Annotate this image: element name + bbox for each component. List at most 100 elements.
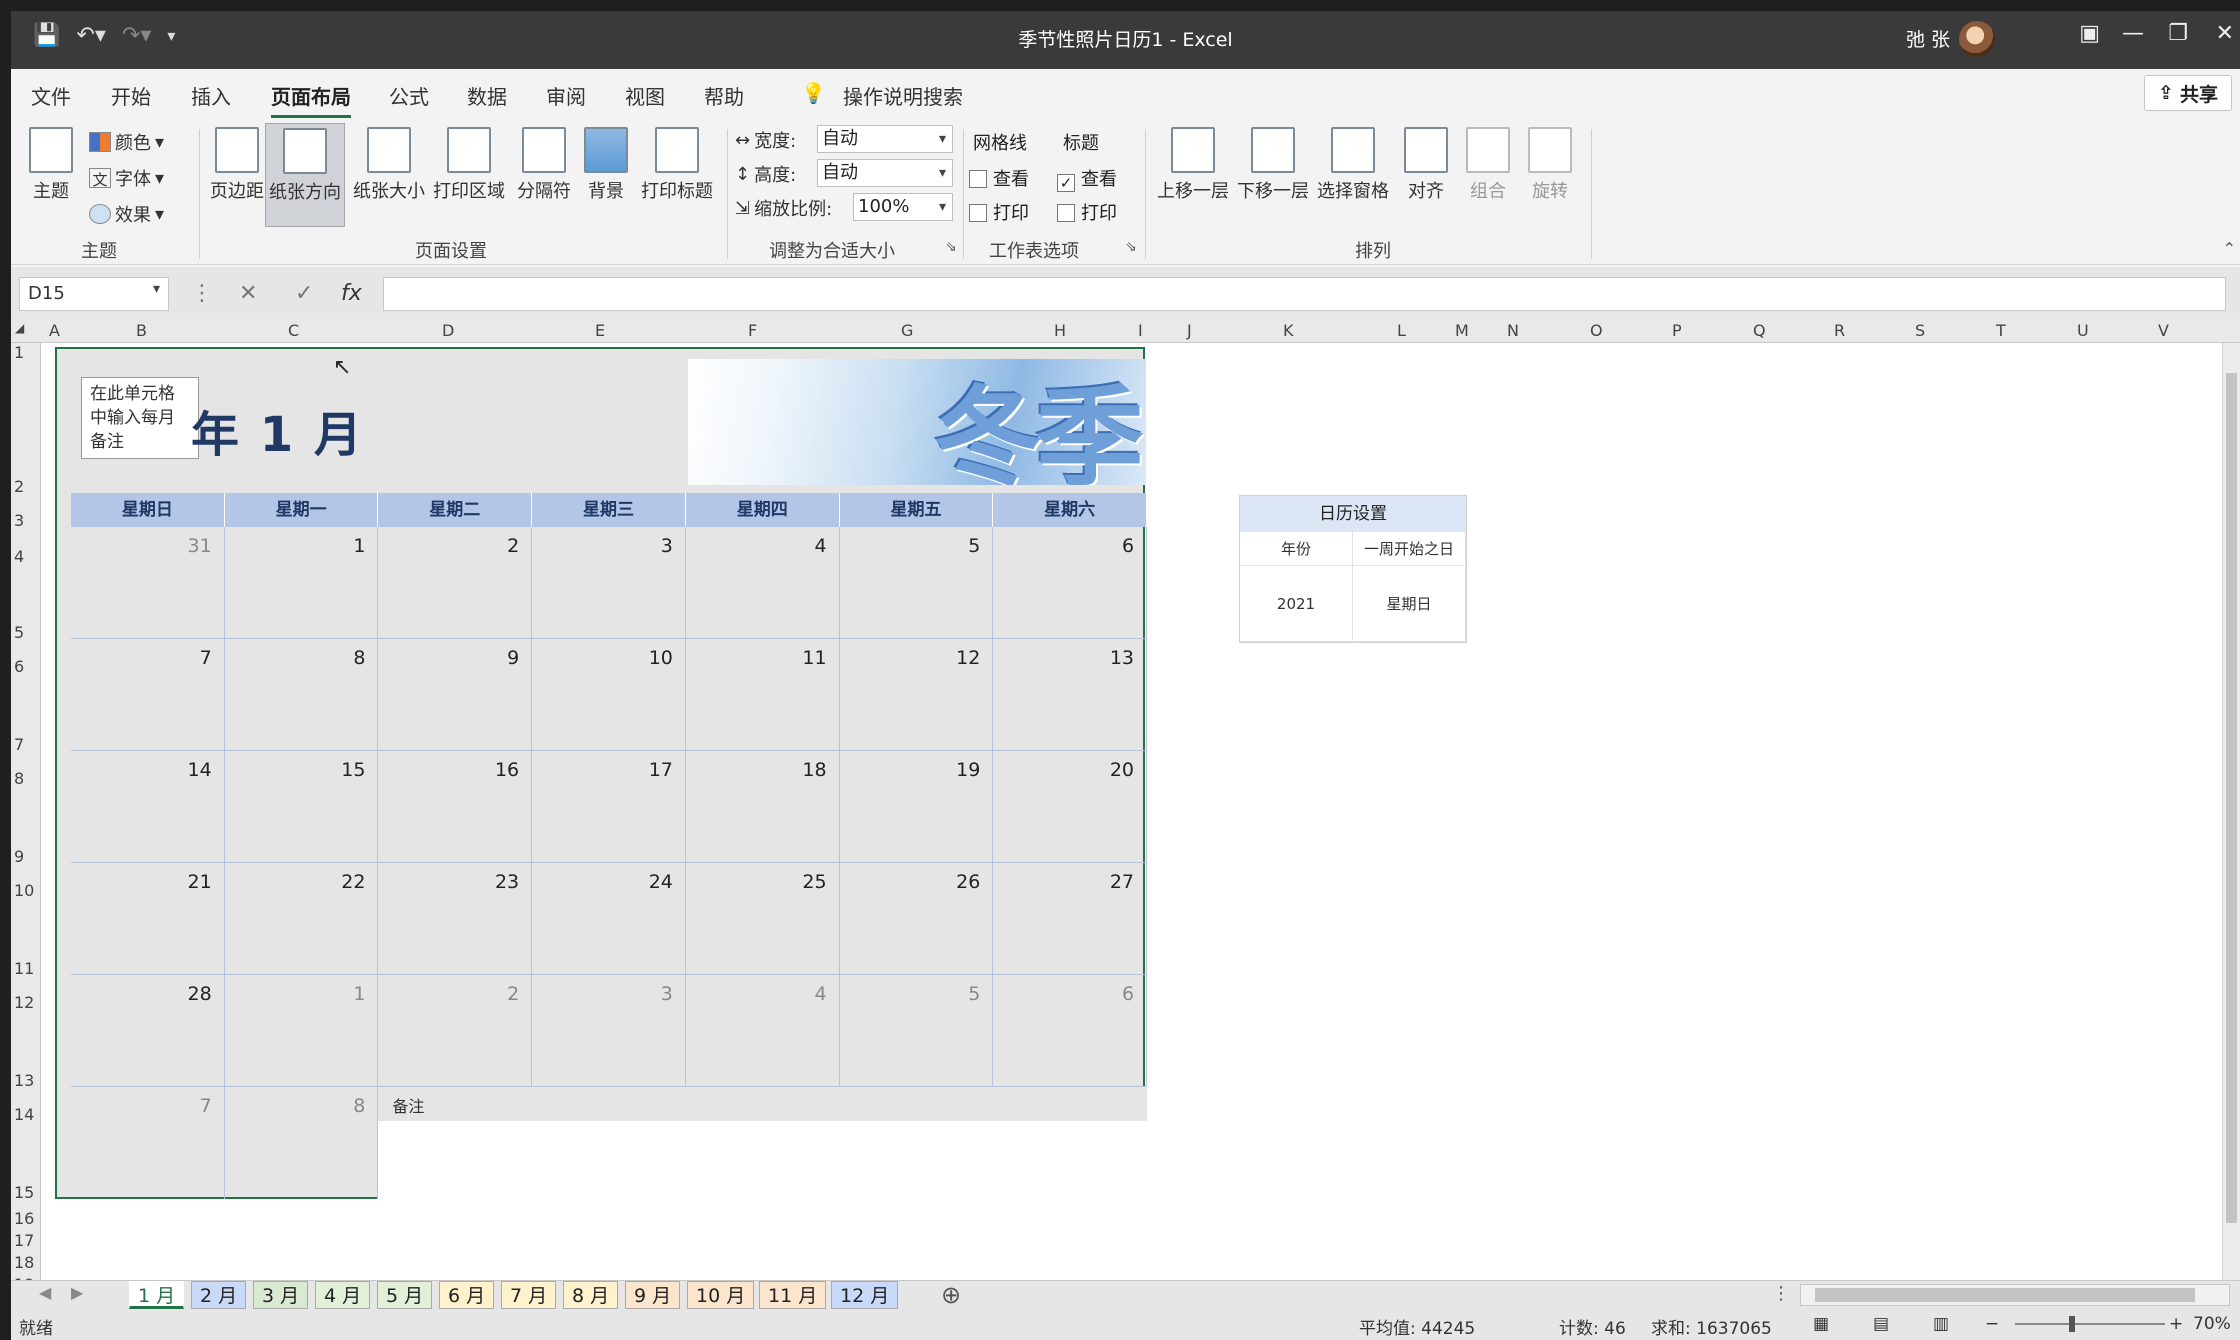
day-cell[interactable]: 27 — [993, 863, 1148, 974]
day-cell[interactable]: 22 — [225, 863, 379, 974]
day-cell[interactable]: 6 — [993, 975, 1148, 1086]
sheet-tab[interactable]: 7 月 — [501, 1281, 557, 1309]
themes-button[interactable]: 主题 — [25, 127, 77, 203]
weekday-label[interactable]: 星期日 — [71, 493, 225, 527]
column-header[interactable]: O — [1590, 321, 1603, 340]
day-cell[interactable]: 15 — [225, 751, 379, 862]
zoom-in-icon[interactable]: + — [2169, 1314, 2183, 1334]
page-layout-view-icon[interactable]: ▤ — [1873, 1314, 1889, 1334]
column-header[interactable]: T — [1996, 321, 2006, 340]
print-area-button[interactable]: 打印区域 — [429, 127, 509, 203]
insert-function-icon[interactable]: fx — [341, 281, 362, 306]
day-cell[interactable]: 18 — [686, 751, 840, 862]
next-sheet-icon[interactable]: ▶ — [71, 1283, 83, 1302]
worksheet-grid[interactable]: 在此单元格中输入每月备注 年 1 月 冬季 星期日 星期一 星期二 星期三 星期… — [41, 343, 2222, 1280]
day-cell[interactable]: 4 — [686, 975, 840, 1086]
hscroll-thumb[interactable] — [1815, 1288, 2195, 1302]
send-backward-button[interactable]: 下移一层 — [1233, 127, 1313, 203]
row-header[interactable]: 2 — [14, 477, 24, 496]
column-header[interactable]: K — [1283, 321, 1294, 340]
tab-split-icon[interactable]: ⋮ — [1772, 1283, 1790, 1304]
memo-area[interactable]: 备注 — [378, 1087, 1147, 1199]
column-header[interactable]: V — [2158, 321, 2169, 340]
weekday-label[interactable]: 星期三 — [532, 493, 686, 527]
scale-dialog-launcher-icon[interactable]: ⇘ — [945, 239, 957, 255]
day-cell[interactable]: 28 — [71, 975, 225, 1086]
tab-file[interactable]: 文件 — [31, 81, 71, 110]
tell-me-search[interactable]: 操作说明搜索 — [843, 81, 963, 110]
tab-review[interactable]: 审阅 — [546, 81, 586, 110]
page-break-view-icon[interactable]: ▥ — [1933, 1314, 1949, 1334]
colors-button[interactable]: 颜色 ▾ — [89, 129, 164, 155]
day-cell[interactable]: 1 — [225, 975, 379, 1086]
row-header[interactable]: 6 — [14, 657, 24, 676]
orientation-button[interactable]: 纸张方向 — [265, 123, 345, 227]
restore-icon[interactable]: ❐ — [2168, 21, 2188, 46]
tab-help[interactable]: 帮助 — [704, 81, 744, 110]
normal-view-icon[interactable]: ▦ — [1813, 1314, 1829, 1334]
column-header[interactable]: R — [1834, 321, 1845, 340]
winter-banner-image[interactable]: 冬季 — [688, 359, 1146, 485]
gridlines-print-checkbox[interactable]: 打印 — [969, 199, 1029, 225]
column-header[interactable]: S — [1915, 321, 1925, 340]
sheet-tab[interactable]: 5 月 — [377, 1281, 433, 1309]
sheet-tab[interactable]: 9 月 — [625, 1281, 681, 1309]
prev-sheet-icon[interactable]: ◀ — [39, 1283, 51, 1302]
width-dropdown[interactable]: 自动 — [817, 125, 953, 153]
year-value-cell[interactable]: 2021 — [1240, 566, 1353, 642]
day-cell[interactable]: 4 — [686, 527, 840, 638]
week-start-value-cell[interactable]: 星期日 — [1353, 566, 1466, 642]
column-header[interactable]: L — [1397, 321, 1406, 340]
day-cell[interactable]: 3 — [532, 975, 686, 1086]
cancel-icon[interactable]: ✕ — [239, 281, 257, 306]
day-cell[interactable]: 6 — [993, 527, 1148, 638]
day-cell[interactable]: 17 — [532, 751, 686, 862]
day-cell[interactable]: 24 — [532, 863, 686, 974]
group-button[interactable]: 组合 — [1463, 127, 1513, 203]
column-header[interactable]: B — [136, 321, 147, 340]
weekday-label[interactable]: 星期一 — [225, 493, 379, 527]
monthly-note-box[interactable]: 在此单元格中输入每月备注 — [81, 377, 199, 459]
count-status[interactable]: 计数: 46 — [1559, 1314, 1626, 1339]
day-cell[interactable]: 5 — [840, 527, 994, 638]
day-cell[interactable]: 14 — [71, 751, 225, 862]
memo-body[interactable] — [378, 1121, 1147, 1199]
row-header[interactable]: 12 — [14, 993, 34, 1012]
sheet-tab[interactable]: 3 月 — [253, 1281, 309, 1309]
day-cell[interactable]: 11 — [686, 639, 840, 750]
row-header[interactable]: 3 — [14, 511, 24, 530]
sheet-tab[interactable]: 10 月 — [687, 1281, 755, 1309]
bring-forward-button[interactable]: 上移一层 — [1153, 127, 1233, 203]
day-cell[interactable]: 16 — [378, 751, 533, 862]
tab-home[interactable]: 开始 — [111, 81, 151, 110]
day-cell[interactable]: 1 — [225, 527, 379, 638]
average-status[interactable]: 平均值: 44245 — [1359, 1314, 1475, 1339]
tab-view[interactable]: 视图 — [625, 81, 665, 110]
column-header[interactable]: N — [1507, 321, 1519, 340]
column-header[interactable]: E — [595, 321, 605, 340]
row-header[interactable]: 4 — [14, 547, 24, 566]
sheet-tab[interactable]: 2 月 — [191, 1281, 247, 1309]
column-header[interactable]: P — [1672, 321, 1682, 340]
headings-view-checkbox[interactable]: ✓ 查看 — [1057, 165, 1117, 192]
zoom-slider[interactable] — [2015, 1323, 2165, 1325]
column-header[interactable]: I — [1138, 321, 1143, 340]
day-cell[interactable]: 3 — [532, 527, 686, 638]
height-dropdown[interactable]: 自动 — [817, 159, 953, 187]
collapse-ribbon-icon[interactable]: ⌃ — [2223, 239, 2236, 258]
minimize-icon[interactable]: — — [2122, 21, 2144, 46]
row-header[interactable]: 1 — [14, 343, 24, 362]
share-button[interactable]: ⇪ 共享 — [2144, 75, 2232, 111]
sheet-tab[interactable]: 1 月 — [129, 1281, 185, 1309]
tab-insert[interactable]: 插入 — [191, 81, 231, 110]
select-all-icon[interactable]: ◢ — [15, 321, 24, 335]
formula-input[interactable] — [383, 277, 2226, 311]
column-header[interactable]: C — [288, 321, 299, 340]
weekday-label[interactable]: 星期五 — [840, 493, 994, 527]
column-header[interactable]: D — [442, 321, 454, 340]
row-header[interactable]: 9 — [14, 847, 24, 866]
effects-button[interactable]: 效果 ▾ — [89, 201, 164, 227]
day-cell[interactable]: 7 — [71, 1087, 225, 1199]
day-cell[interactable]: 7 — [71, 639, 225, 750]
day-cell[interactable]: 2 — [378, 975, 533, 1086]
